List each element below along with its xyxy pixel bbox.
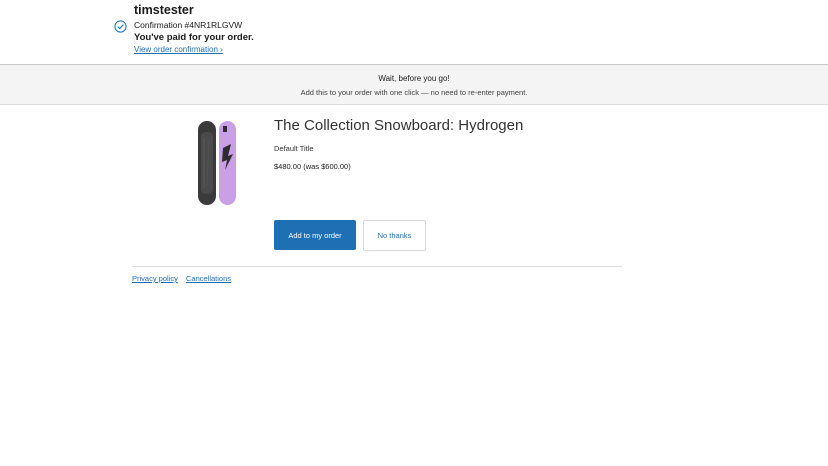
check-circle-icon: [114, 20, 127, 33]
confirmation-number: Confirmation #4NR1RLGVW: [134, 20, 243, 30]
privacy-policy-link[interactable]: Privacy policy: [132, 274, 178, 283]
shop-name: timstester: [134, 3, 194, 17]
product-price: $480.00 (was $600.00): [274, 162, 351, 171]
cancellations-link[interactable]: Cancellations: [186, 274, 231, 283]
product-title: The Collection Snowboard: Hydrogen: [274, 117, 524, 134]
banner-subtitle: Add this to your order with one click — …: [300, 88, 528, 97]
no-thanks-button[interactable]: No thanks: [363, 220, 426, 251]
add-to-order-button[interactable]: Add to my order: [274, 220, 356, 250]
product-variant: Default Title: [274, 144, 314, 153]
paid-message: You've paid for your order.: [134, 32, 254, 43]
upsell-banner: Wait, before you go! Add this to your or…: [0, 64, 828, 105]
footer-divider: [132, 266, 622, 267]
order-header: timstester Confirmation #4NR1RLGVW You'v…: [0, 0, 828, 64]
snowboard-image: [198, 121, 236, 205]
banner-title: Wait, before you go!: [378, 74, 450, 83]
view-order-confirmation-link[interactable]: View order confirmation ›: [134, 45, 223, 54]
